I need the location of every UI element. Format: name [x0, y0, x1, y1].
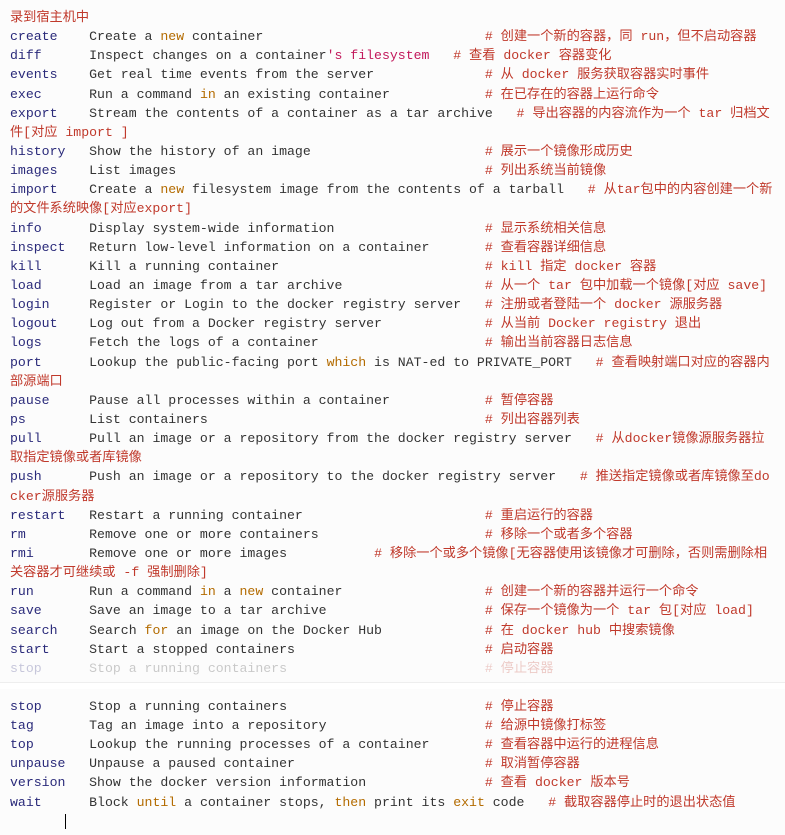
comment: # 查看容器中运行的进程信息 — [485, 737, 659, 752]
command-name: save — [10, 603, 89, 618]
command-name: tag — [10, 718, 89, 733]
comment: # 停止容器 — [485, 661, 554, 676]
comment: # 重启运行的容器 — [485, 508, 593, 523]
docker-help-listing-continued: stop Stop a running containers # 停止容器 ta… — [10, 697, 775, 831]
command-name: import — [10, 182, 89, 197]
text-cursor — [65, 814, 66, 829]
command-name: exec — [10, 87, 89, 102]
command-name: pause — [10, 393, 89, 408]
command-name: diff — [10, 48, 89, 63]
comment: # 从 docker 服务获取容器实时事件 — [485, 67, 709, 82]
comment: # 查看容器详细信息 — [485, 240, 606, 255]
command-name: inspect — [10, 240, 89, 255]
command-name: top — [10, 737, 89, 752]
comment: # 取消暂停容器 — [485, 756, 580, 771]
command-name: rmi — [10, 546, 89, 561]
command-name: info — [10, 221, 89, 236]
comment: # 移除一个或者多个容器 — [485, 527, 633, 542]
command-name: version — [10, 775, 89, 790]
command-name: push — [10, 469, 89, 484]
comment: # 创建一个新的容器，同 run，但不启动容器 — [485, 29, 757, 44]
comment: # 启动容器 — [485, 642, 554, 657]
command-name: unpause — [10, 756, 89, 771]
comment: # 创建一个新的容器并运行一个命令 — [485, 584, 699, 599]
command-name: kill — [10, 259, 89, 274]
comment: # 查看 docker 容器变化 — [453, 48, 611, 63]
command-name: login — [10, 297, 89, 312]
comment: # 列出容器列表 — [485, 412, 580, 427]
command-name: ps — [10, 412, 89, 427]
command-name: port — [10, 355, 89, 370]
code-block-bottom: stop Stop a running containers # 停止容器 ta… — [0, 689, 785, 835]
comment: # 列出系统当前镜像 — [485, 163, 606, 178]
command-name: run — [10, 584, 89, 599]
command-name: export — [10, 106, 89, 121]
command-name: wait — [10, 795, 89, 810]
command-name: stop — [10, 699, 89, 714]
command-name: start — [10, 642, 89, 657]
comment: # 停止容器 — [485, 699, 554, 714]
command-name: stop — [10, 661, 89, 676]
comment: # 在 docker hub 中搜索镜像 — [485, 623, 675, 638]
command-name: rm — [10, 527, 89, 542]
comment: # 给源中镜像打标签 — [485, 718, 606, 733]
command-name: events — [10, 67, 89, 82]
comment: # 保存一个镜像为一个 tar 包[对应 load] — [485, 603, 754, 618]
intro-comment: 录到宿主机中 — [10, 10, 89, 25]
comment: # 在已存在的容器上运行命令 — [485, 87, 659, 102]
command-name: logout — [10, 316, 89, 331]
comment: # 展示一个镜像形成历史 — [485, 144, 633, 159]
comment: # 从一个 tar 包中加载一个镜像[对应 save] — [485, 278, 767, 293]
code-block-top: 录到宿主机中 create Create a new container # 创… — [0, 0, 785, 683]
command-name: logs — [10, 335, 89, 350]
command-name: load — [10, 278, 89, 293]
comment: # kill 指定 docker 容器 — [485, 259, 656, 274]
comment: # 截取容器停止时的退出状态值 — [548, 795, 735, 810]
comment: # 显示系统相关信息 — [485, 221, 606, 236]
comment: # 注册或者登陆一个 docker 源服务器 — [485, 297, 722, 312]
command-name: history — [10, 144, 89, 159]
command-name: create — [10, 29, 89, 44]
command-name: restart — [10, 508, 89, 523]
comment: # 查看 docker 版本号 — [485, 775, 630, 790]
comment: # 暂停容器 — [485, 393, 554, 408]
command-name: search — [10, 623, 89, 638]
comment: # 从当前 Docker registry 退出 — [485, 316, 701, 331]
command-name: images — [10, 163, 89, 178]
comment: # 输出当前容器日志信息 — [485, 335, 633, 350]
command-name: pull — [10, 431, 89, 446]
docker-help-listing: 录到宿主机中 create Create a new container # 创… — [10, 8, 775, 678]
